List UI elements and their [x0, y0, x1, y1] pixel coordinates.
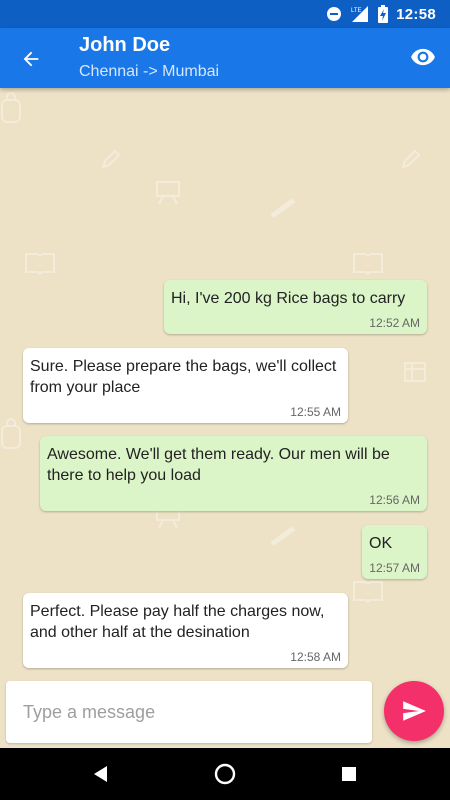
navigation-bar — [0, 748, 450, 800]
message-time: 12:52 AM — [369, 316, 420, 330]
network-type-label: LTE — [351, 8, 362, 14]
box-doodle-icon — [404, 362, 426, 382]
nav-back-icon — [94, 766, 107, 782]
chat-area[interactable]: Hi, I've 200 kg Rice bags to carry 12:52… — [0, 88, 450, 748]
nav-home-icon — [214, 763, 236, 785]
message-outgoing[interactable]: Awesome. We'll get them ready. Our men w… — [40, 436, 427, 511]
back-button[interactable] — [16, 44, 46, 74]
pencil-doodle-icon-2 — [401, 149, 421, 169]
send-button[interactable] — [384, 681, 444, 741]
send-icon — [403, 701, 426, 721]
status-time: 12:58 — [396, 5, 436, 23]
nav-recents-icon — [342, 767, 356, 781]
contact-name: John Doe — [79, 34, 171, 56]
book-doodle-icon-2 — [353, 253, 383, 276]
message-composer — [6, 681, 372, 743]
message-incoming[interactable]: Perfect. Please pay half the charges now… — [23, 593, 348, 668]
easel-doodle-icon — [156, 181, 180, 205]
message-text: Awesome. We'll get them ready. Our men w… — [47, 446, 390, 484]
message-text: Perfect. Please pay half the charges now… — [30, 603, 325, 641]
nav-back-button[interactable] — [88, 761, 114, 787]
diploma-doodle-icon-2 — [270, 525, 296, 547]
message-time: 12:57 AM — [369, 561, 420, 575]
backpack-doodle-icon — [1, 92, 21, 123]
nav-recents-button[interactable] — [336, 761, 362, 787]
route-subtitle: Chennai -> Mumbai — [79, 63, 220, 80]
message-incoming[interactable]: Sure. Please prepare the bags, we'll col… — [23, 348, 348, 423]
battery-charging-icon — [378, 5, 389, 23]
book-doodle-icon-3 — [353, 581, 383, 604]
arrow-back-icon — [23, 51, 39, 67]
message-text: Sure. Please prepare the bags, we'll col… — [30, 358, 337, 396]
pencil-doodle-icon — [101, 149, 121, 169]
message-time: 12:58 AM — [290, 650, 341, 664]
signal-icon: LTE — [351, 6, 369, 22]
message-time: 12:55 AM — [290, 405, 341, 419]
message-outgoing[interactable]: OK 12:57 AM — [362, 525, 427, 579]
status-icons: LTE 12:58 — [326, 4, 436, 24]
do-not-disturb-icon — [327, 7, 342, 21]
eye-icon — [411, 48, 435, 66]
status-bar: LTE 12:58 — [0, 0, 450, 28]
message-outgoing[interactable]: Hi, I've 200 kg Rice bags to carry 12:52… — [164, 280, 427, 334]
nav-home-button[interactable] — [212, 761, 238, 787]
message-text: OK — [369, 535, 393, 552]
book-doodle-icon — [25, 253, 55, 276]
backpack-doodle-icon-2 — [1, 418, 21, 449]
diploma-doodle-icon — [270, 197, 296, 219]
message-time: 12:56 AM — [369, 493, 420, 507]
message-input[interactable] — [6, 681, 372, 743]
app-bar: John Doe Chennai -> Mumbai — [0, 28, 450, 88]
message-text: Hi, I've 200 kg Rice bags to carry — [171, 290, 406, 307]
view-details-button[interactable] — [408, 42, 438, 72]
